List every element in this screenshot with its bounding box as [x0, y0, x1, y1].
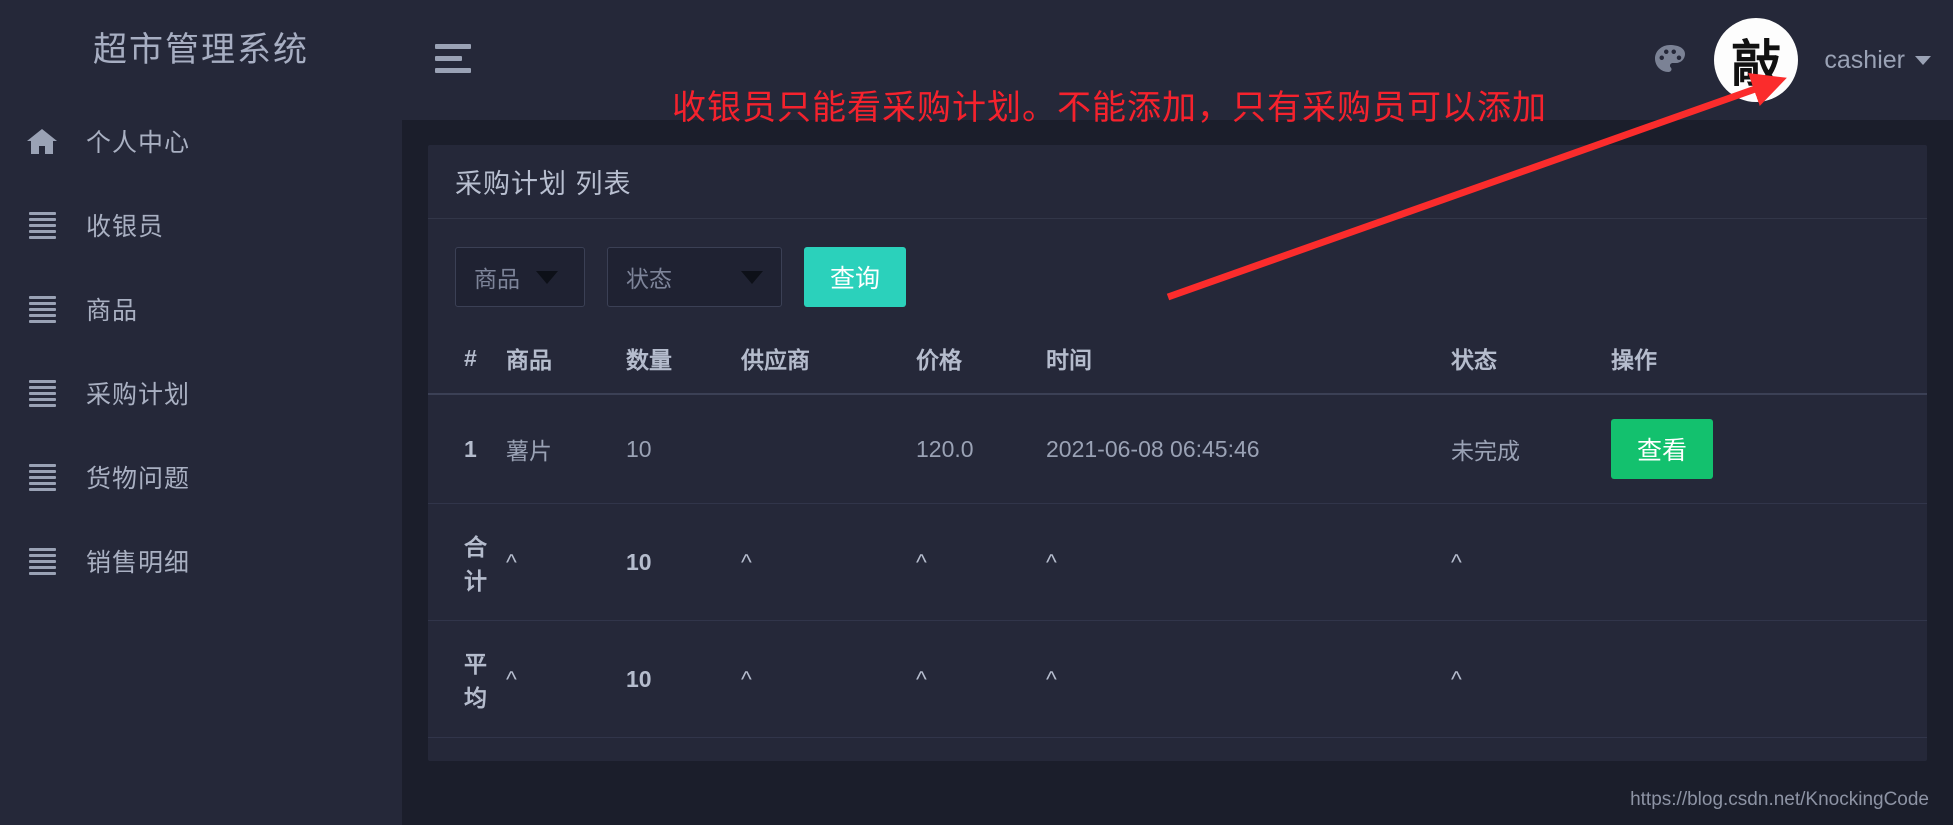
table-summary-row-average: 平均 ^ 10 ^ ^ ^ ^: [428, 620, 1927, 738]
status-select-label: 状态: [626, 266, 672, 292]
sidebar-item-product[interactable]: 商品: [0, 267, 402, 351]
top-header: 敲 cashier: [402, 0, 1953, 120]
table-body: 1 薯片 10 120.0 2021-06-08 06:45:46 未完成 查看…: [428, 394, 1927, 738]
cell-action: 查看: [1611, 394, 1927, 504]
user-menu[interactable]: cashier: [1824, 46, 1931, 75]
sidebar-item-personal-center[interactable]: 个人中心: [0, 99, 402, 183]
filter-bar: 商品 状态 查询: [428, 219, 1927, 313]
sidebar-nav: 个人中心 收银员 商品 采购计划 货物问题 销售明细: [0, 89, 402, 603]
summary-time: ^: [1046, 620, 1451, 738]
cell-supplier: [741, 394, 916, 504]
purchase-plan-card: 采购计划 列表 商品 状态 查询 # 商品 数量 供应商 价格 时间 状态 操作…: [428, 145, 1927, 761]
chevron-down-icon: [1915, 55, 1931, 65]
summary-label: 合计: [428, 503, 506, 621]
summary-action: [1611, 503, 1927, 621]
list-icon: [16, 295, 68, 323]
list-icon: [16, 547, 68, 575]
cell-index: 1: [428, 394, 506, 504]
summary-quantity: 10: [626, 620, 741, 738]
sidebar-item-sales-detail[interactable]: 销售明细: [0, 519, 402, 603]
summary-product: ^: [506, 503, 626, 621]
watermark: https://blog.csdn.net/KnockingCode: [1630, 789, 1929, 810]
app-root: 超市管理系统 个人中心 收银员 商品 采购计划 货物问题 销售明细 敲 cash…: [0, 0, 1953, 825]
query-button[interactable]: 查询: [804, 247, 907, 307]
cell-price: 120.0: [916, 394, 1046, 504]
col-header-supplier: 供应商: [741, 327, 916, 395]
summary-status: ^: [1451, 620, 1611, 738]
table-summary-row-total: 合计 ^ 10 ^ ^ ^ ^: [428, 503, 1927, 621]
sidebar-item-goods-issue[interactable]: 货物问题: [0, 435, 402, 519]
page-title: 采购计划 列表: [455, 169, 632, 199]
purchase-plan-table: # 商品 数量 供应商 价格 时间 状态 操作 1 薯片 10 120.0 20…: [428, 327, 1927, 738]
summary-product: ^: [506, 620, 626, 738]
col-header-index: #: [428, 327, 506, 395]
list-icon: [16, 463, 68, 491]
avatar-text: 敲: [1731, 35, 1782, 93]
col-header-time: 时间: [1046, 327, 1451, 395]
col-header-action: 操作: [1611, 327, 1927, 395]
list-icon: [16, 379, 68, 407]
summary-supplier: ^: [741, 620, 916, 738]
cell-quantity: 10: [626, 394, 741, 504]
sidebar-item-label: 商品: [86, 297, 139, 325]
summary-price: ^: [916, 620, 1046, 738]
table-head: # 商品 数量 供应商 价格 时间 状态 操作: [428, 327, 1927, 395]
col-header-status: 状态: [1451, 327, 1611, 395]
content-area: 采购计划 列表 商品 状态 查询 # 商品 数量 供应商 价格 时间 状态 操作…: [402, 120, 1953, 825]
table-header-row: # 商品 数量 供应商 价格 时间 状态 操作: [428, 327, 1927, 395]
sidebar-item-purchase-plan[interactable]: 采购计划: [0, 351, 402, 435]
summary-price: ^: [916, 503, 1046, 621]
product-select-label: 商品: [474, 266, 520, 292]
avatar[interactable]: 敲: [1714, 18, 1799, 102]
username-label: cashier: [1824, 45, 1905, 74]
summary-status: ^: [1451, 503, 1611, 621]
sidebar-item-label: 货物问题: [86, 465, 191, 493]
sidebar-item-label: 收银员: [86, 213, 165, 241]
table-row[interactable]: 1 薯片 10 120.0 2021-06-08 06:45:46 未完成 查看: [428, 394, 1927, 504]
chevron-down-icon: [741, 270, 763, 284]
product-select[interactable]: 商品: [455, 247, 585, 307]
summary-supplier: ^: [741, 503, 916, 621]
sidebar-item-label: 销售明细: [86, 549, 191, 577]
chevron-down-icon: [536, 270, 558, 284]
summary-time: ^: [1046, 503, 1451, 621]
sidebar-item-label: 采购计划: [86, 381, 191, 409]
cell-product: 薯片: [506, 394, 626, 504]
col-header-product: 商品: [506, 327, 626, 395]
sidebar-item-label: 个人中心: [86, 129, 191, 157]
summary-label: 平均: [428, 620, 506, 738]
cell-time: 2021-06-08 06:45:46: [1046, 394, 1451, 504]
palette-icon[interactable]: [1652, 42, 1688, 78]
home-icon: [16, 128, 68, 155]
hamburger-icon[interactable]: [435, 44, 471, 73]
app-brand-title: 超市管理系统: [93, 31, 309, 69]
status-badge: 未完成: [1451, 394, 1611, 504]
header-actions: 敲 cashier: [1652, 0, 1931, 120]
summary-action: [1611, 620, 1927, 738]
sidebar-item-cashier[interactable]: 收银员: [0, 183, 402, 267]
col-header-quantity: 数量: [626, 327, 741, 395]
summary-quantity: 10: [626, 503, 741, 621]
status-select[interactable]: 状态: [607, 247, 782, 307]
col-header-price: 价格: [916, 327, 1046, 395]
list-icon: [16, 211, 68, 239]
card-header: 采购计划 列表: [428, 145, 1927, 219]
view-button[interactable]: 查看: [1611, 419, 1714, 479]
sidebar: 超市管理系统 个人中心 收银员 商品 采购计划 货物问题 销售明细: [0, 0, 402, 825]
